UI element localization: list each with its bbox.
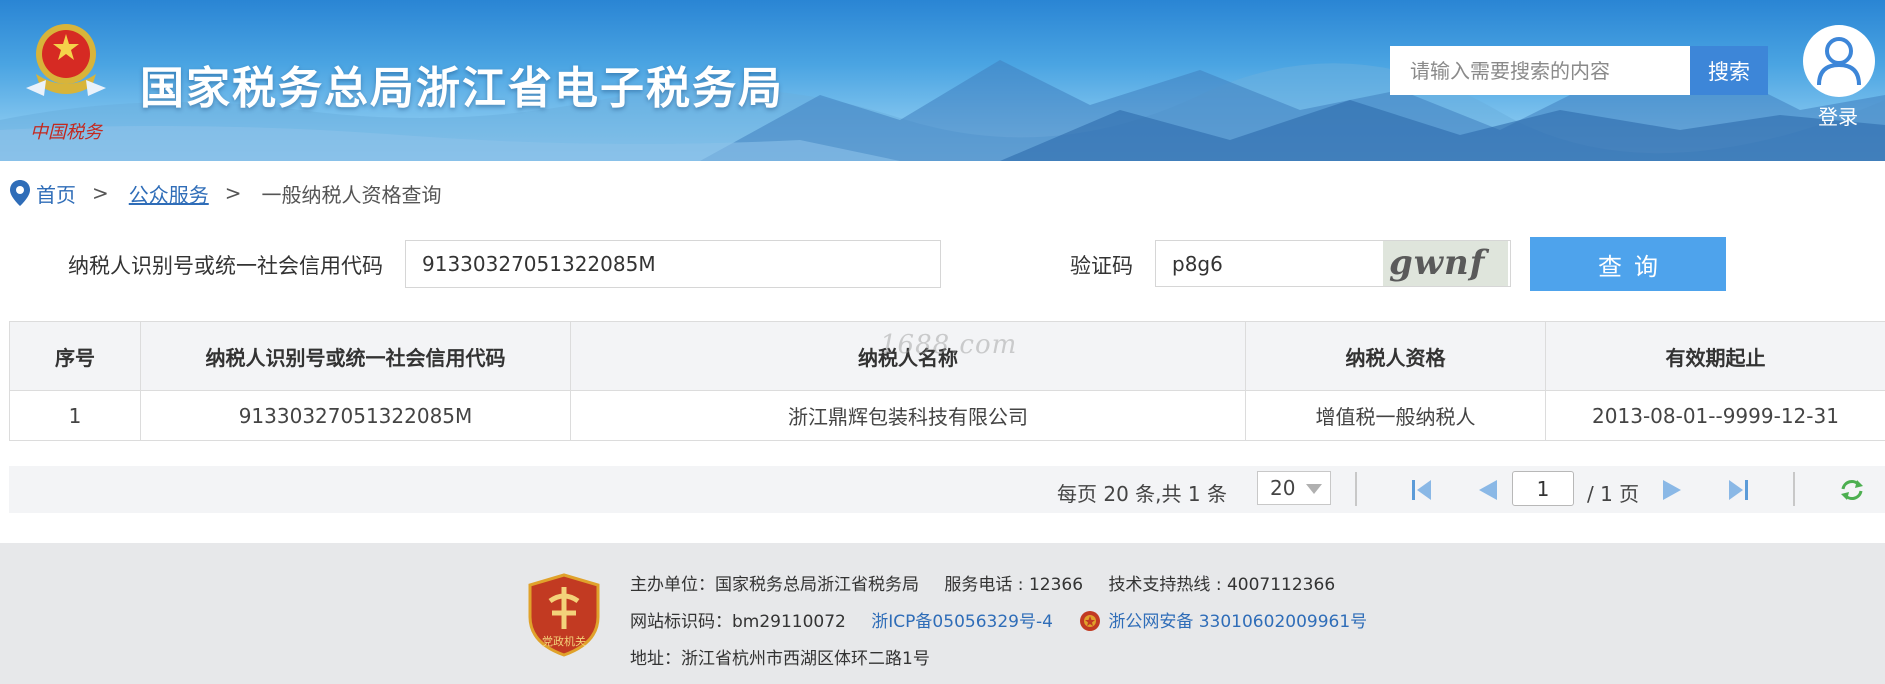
first-page-icon[interactable] xyxy=(1409,477,1435,503)
watermark: 1688.com xyxy=(880,330,1018,360)
footer-tech-hotline: 技术支持热线 : 4007112366 xyxy=(1108,575,1336,595)
footer-service-phone: 服务电话 : 12366 xyxy=(944,575,1084,595)
last-page-icon[interactable] xyxy=(1725,477,1751,503)
cell-index: 1 xyxy=(9,390,141,441)
footer-info-line: 主办单位：国家税务总局浙江省税务局 服务电话 : 12366 技术支持热线 : … xyxy=(630,570,1335,595)
pager-divider xyxy=(1793,472,1795,506)
site-footer: 党政机关 主办单位：国家税务总局浙江省税务局 服务电话 : 12366 技术支持… xyxy=(0,543,1885,684)
site-title: 国家税务总局浙江省电子税务局 xyxy=(140,63,784,114)
breadcrumb-home-link[interactable]: 首页 xyxy=(36,179,76,208)
svg-text:党政机关: 党政机关 xyxy=(542,634,586,648)
police-badge-icon xyxy=(1080,611,1101,631)
chevron-down-icon xyxy=(1306,484,1322,494)
footer-icp-link[interactable]: 浙ICP备05056329号-4 xyxy=(871,612,1053,632)
map-pin-icon xyxy=(10,180,30,206)
captcha-image[interactable]: gwnf xyxy=(1383,241,1508,286)
pager-divider xyxy=(1355,472,1357,506)
next-page-icon[interactable] xyxy=(1659,477,1685,503)
cell-qualification: 增值税一般纳税人 xyxy=(1245,390,1546,441)
cell-validity: 2013-08-01--9999-12-31 xyxy=(1545,390,1885,441)
refresh-icon[interactable] xyxy=(1839,477,1865,503)
breadcrumb-public-services-link[interactable]: 公众服务 xyxy=(129,179,209,208)
column-header-validity: 有效期起止 xyxy=(1545,321,1885,391)
column-header-taxpayer-code: 纳税人识别号或统一社会信用代码 xyxy=(140,321,571,391)
pagination-summary: 每页 20 条,共 1 条 xyxy=(1057,482,1227,506)
search-input[interactable] xyxy=(1390,46,1690,95)
user-avatar-button[interactable] xyxy=(1803,25,1875,97)
taxpayer-code-label: 纳税人识别号或统一社会信用代码 xyxy=(68,254,383,278)
breadcrumb: 首页 > 公众服务 > 一般纳税人资格查询 xyxy=(10,178,442,208)
column-header-qualification: 纳税人资格 xyxy=(1245,321,1546,391)
user-icon xyxy=(1817,37,1861,86)
site-header: 中国税务 国家税务总局浙江省电子税务局 搜索 登录 xyxy=(0,0,1885,161)
footer-police-record-link[interactable]: 浙公网安备 33010602009961号 xyxy=(1108,612,1367,632)
footer-record-line: 网站标识码：bm29110072 浙ICP备05056329号-4 浙公网安备 … xyxy=(630,607,1367,633)
captcha-image-text: gwnf xyxy=(1389,243,1486,283)
cell-taxpayer-name: 浙江鼎辉包装科技有限公司 xyxy=(570,390,1246,441)
pagination-bar: 每页 20 条,共 1 条 20 1 / 1 页 xyxy=(9,466,1885,513)
breadcrumb-current: 一般纳税人资格查询 xyxy=(261,182,442,207)
current-page-input[interactable]: 1 xyxy=(1512,471,1574,506)
captcha-label: 验证码 xyxy=(1070,254,1133,278)
government-site-badge[interactable]: 党政机关 xyxy=(528,573,600,657)
svg-text:中国税务: 中国税务 xyxy=(30,122,104,143)
breadcrumb-separator: > xyxy=(92,181,109,205)
footer-address: 地址：浙江省杭州市西湖区体环二路1号 xyxy=(630,649,930,669)
footer-host: 主办单位：国家税务总局浙江省税务局 xyxy=(630,575,919,595)
prev-page-icon[interactable] xyxy=(1475,477,1501,503)
breadcrumb-separator: > xyxy=(224,181,242,205)
query-button[interactable]: 查询 xyxy=(1530,237,1726,291)
cell-taxpayer-code: 91330327051322085M xyxy=(140,390,571,441)
search-button[interactable]: 搜索 xyxy=(1690,46,1768,95)
table-row: 1 91330327051322085M 浙江鼎辉包装科技有限公司 增值税一般纳… xyxy=(9,390,1885,441)
login-link[interactable]: 登录 xyxy=(1818,101,1858,130)
column-header-index: 序号 xyxy=(9,321,141,391)
total-pages: / 1 页 xyxy=(1587,482,1640,506)
page-size-value: 20 xyxy=(1270,476,1296,500)
footer-site-id: 网站标识码：bm29110072 xyxy=(630,612,846,632)
taxpayer-code-input[interactable]: 91330327051322085M xyxy=(405,240,941,288)
tax-emblem-logo: 中国税务 xyxy=(26,24,106,143)
page-size-select[interactable]: 20 xyxy=(1257,471,1331,505)
